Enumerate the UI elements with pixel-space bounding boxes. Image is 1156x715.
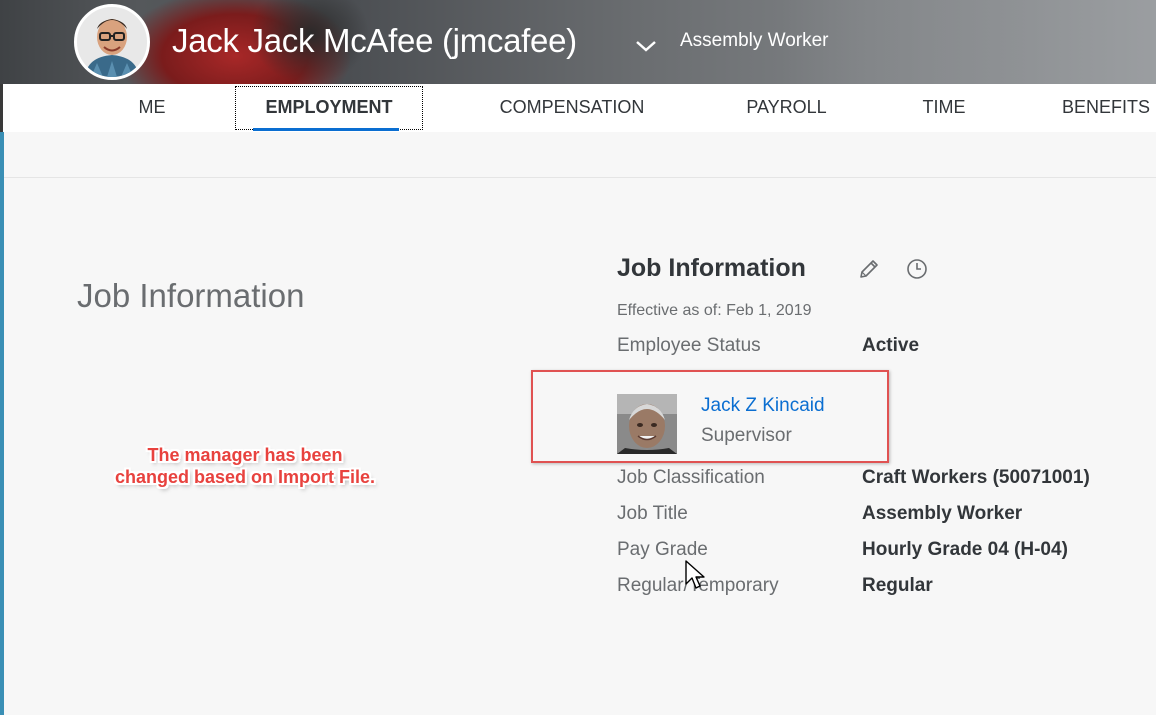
annotation-line-1: The manager has been: [147, 445, 343, 465]
regular-temporary-value: Regular: [862, 575, 933, 596]
manager-role: Supervisor: [701, 425, 792, 446]
manager-avatar[interactable]: [617, 394, 677, 454]
section-title: Job Information: [77, 277, 305, 314]
tab-benefits[interactable]: BENEFITS: [1058, 84, 1154, 130]
chevron-down-icon[interactable]: [634, 38, 658, 54]
user-role: Assembly Worker: [680, 30, 829, 51]
header-background-light: [780, 0, 1156, 84]
pay-grade-label: Pay Grade: [617, 539, 708, 560]
user-avatar[interactable]: [74, 4, 150, 80]
tab-time[interactable]: TIME: [920, 84, 968, 130]
tab-payroll[interactable]: PAYROLL: [742, 84, 831, 130]
user-name: Jack Jack McAfee (jmcafee): [172, 22, 577, 59]
effective-date: Effective as of: Feb 1, 2019: [617, 302, 812, 319]
user-avatar-image: [77, 7, 147, 77]
mouse-pointer-icon: [685, 560, 705, 589]
clock-icon[interactable]: [905, 257, 929, 281]
section-divider: [4, 177, 1156, 178]
active-tab-indicator: [253, 128, 399, 131]
job-title-label: Job Title: [617, 503, 688, 524]
manager-name-link[interactable]: Jack Z Kincaid: [701, 395, 825, 417]
profile-header: Jack Jack McAfee (jmcafee) Assembly Work…: [0, 0, 1156, 84]
annotation-callout: The manager has been changed based on Im…: [100, 444, 390, 488]
job-classification-value: Craft Workers (50071001): [862, 467, 1090, 488]
employee-status-label: Employee Status: [617, 335, 761, 356]
employee-status-value: Active: [862, 335, 920, 356]
tab-employment[interactable]: EMPLOYMENT: [235, 86, 423, 130]
section-tabs: ME EMPLOYMENT COMPENSATION PAYROLL TIME …: [0, 84, 1156, 132]
annotation-line-2: changed based on Import File.: [114, 467, 376, 487]
left-edge-bar: [0, 132, 4, 715]
job-classification-label: Job Classification: [617, 467, 765, 488]
job-info-title: Job Information: [617, 254, 806, 282]
job-title-value: Assembly Worker: [862, 503, 1023, 524]
tab-compensation[interactable]: COMPENSATION: [492, 84, 652, 130]
manager-photo: [617, 394, 677, 454]
tab-me[interactable]: ME: [136, 84, 168, 130]
pay-grade-value: Hourly Grade 04 (H-04): [862, 539, 1068, 560]
pencil-icon[interactable]: [857, 257, 881, 281]
